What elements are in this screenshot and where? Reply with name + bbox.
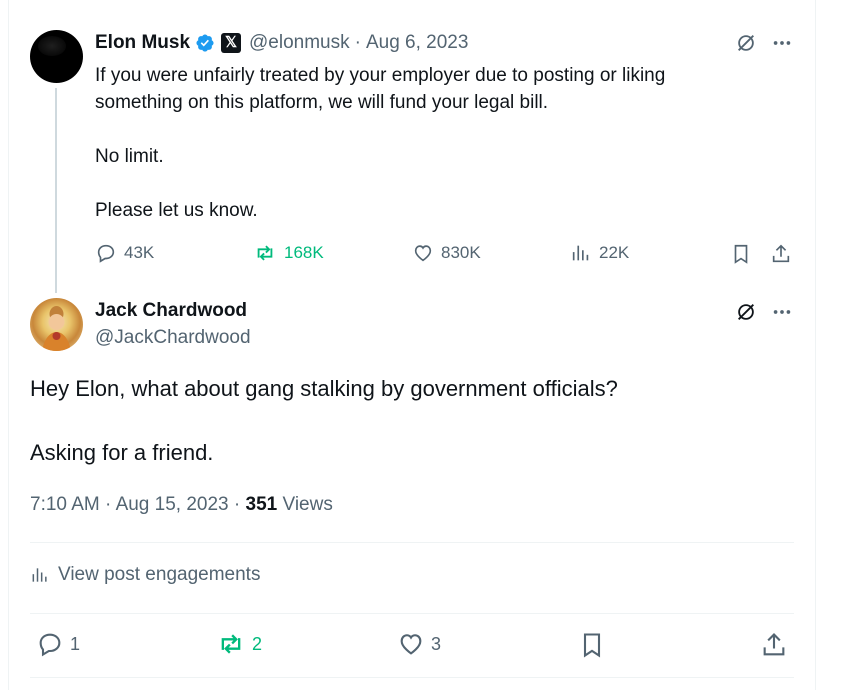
column-border-right bbox=[815, 0, 816, 690]
bookmark-icon bbox=[734, 244, 748, 264]
like-button[interactable]: 3 bbox=[397, 630, 441, 658]
separator: · bbox=[354, 32, 361, 53]
separator: · bbox=[105, 494, 112, 515]
repost-count: 2 bbox=[252, 633, 263, 654]
share-button[interactable] bbox=[770, 242, 799, 266]
thread-line bbox=[55, 88, 57, 293]
divider bbox=[30, 542, 794, 543]
bookmark-button[interactable] bbox=[730, 242, 759, 266]
post-text-line: If you were unfairly treated by your emp… bbox=[95, 65, 666, 86]
engagements-label: View post engagements bbox=[58, 564, 261, 585]
post-text-line: Asking for a friend. bbox=[30, 440, 214, 465]
like-icon bbox=[414, 245, 432, 262]
repost-button[interactable]: 168K bbox=[253, 242, 324, 264]
post-time[interactable]: 7:10 AM bbox=[30, 494, 100, 515]
post-date[interactable]: Aug 6, 2023 bbox=[366, 32, 468, 54]
avatar-jack[interactable] bbox=[30, 298, 83, 351]
author-name[interactable]: Elon Musk bbox=[95, 32, 190, 54]
more-icon[interactable] bbox=[769, 300, 795, 324]
reply-count: 43K bbox=[124, 243, 155, 262]
views-count: 351 bbox=[245, 494, 278, 515]
like-count: 3 bbox=[431, 633, 442, 654]
repost-icon bbox=[257, 245, 273, 261]
parent-post-top-actions bbox=[733, 31, 805, 55]
reply-post-top-actions bbox=[733, 300, 805, 324]
post-date[interactable]: Aug 15, 2023 bbox=[116, 494, 229, 515]
analytics-icon bbox=[572, 245, 589, 261]
more-icon[interactable] bbox=[769, 31, 795, 55]
like-button[interactable]: 830K bbox=[412, 242, 481, 264]
reply-button[interactable]: 1 bbox=[36, 630, 80, 658]
analytics-icon bbox=[32, 568, 47, 582]
reply-icon bbox=[39, 633, 61, 657]
views-label: Views bbox=[282, 494, 333, 515]
parent-post-action-bar: 43K 168K 830K 22K bbox=[95, 240, 795, 268]
bookmark-icon bbox=[583, 633, 601, 658]
repost-icon bbox=[221, 634, 241, 654]
divider bbox=[30, 677, 794, 678]
bookmark-button[interactable] bbox=[578, 630, 612, 660]
like-count: 830K bbox=[441, 243, 481, 262]
post-meta: 7:10 AM · Aug 15, 2023 · 351 Views bbox=[30, 494, 333, 516]
share-icon bbox=[763, 633, 785, 656]
verified-badge-icon bbox=[196, 34, 214, 52]
reply-author-name[interactable]: Jack Chardwood bbox=[95, 300, 247, 322]
share-button[interactable] bbox=[760, 630, 794, 660]
views-count: 22K bbox=[599, 243, 630, 262]
post-text-line: Please let us know. bbox=[95, 200, 258, 221]
repost-count: 168K bbox=[284, 243, 324, 262]
post-text-line: Hey Elon, what about gang stalking by go… bbox=[30, 376, 618, 401]
view-post-engagements-link[interactable]: View post engagements bbox=[30, 564, 260, 586]
x-logo-icon: 𝕏 bbox=[221, 33, 242, 53]
divider bbox=[30, 613, 794, 614]
grok-icon[interactable] bbox=[733, 31, 759, 55]
column-border-left bbox=[8, 0, 9, 690]
parent-post-header: Elon Musk 𝕏 @elonmusk · Aug 6, 2023 bbox=[95, 31, 468, 55]
avatar-elon[interactable] bbox=[30, 30, 83, 83]
grok-icon[interactable] bbox=[733, 300, 759, 324]
views-button[interactable]: 22K bbox=[570, 242, 629, 264]
post-text-line: something on this platform, we will fund… bbox=[95, 92, 549, 113]
separator: · bbox=[233, 494, 241, 515]
reply-post-action-bar: 1 2 3 bbox=[30, 628, 794, 662]
share-icon bbox=[772, 244, 790, 263]
author-handle[interactable]: @elonmusk bbox=[249, 32, 350, 54]
reply-button[interactable]: 43K bbox=[95, 242, 154, 264]
reply-author-handle[interactable]: @JackChardwood bbox=[95, 327, 251, 349]
reply-count: 1 bbox=[70, 633, 81, 654]
post-text-line: No limit. bbox=[95, 146, 164, 167]
like-icon bbox=[400, 634, 422, 655]
reply-post-text: Hey Elon, what about gang stalking by go… bbox=[30, 373, 790, 469]
reply-icon bbox=[97, 244, 115, 263]
repost-button[interactable]: 2 bbox=[216, 630, 262, 658]
avatar-image bbox=[42, 306, 71, 351]
parent-post-text: If you were unfairly treated by your emp… bbox=[95, 62, 775, 224]
